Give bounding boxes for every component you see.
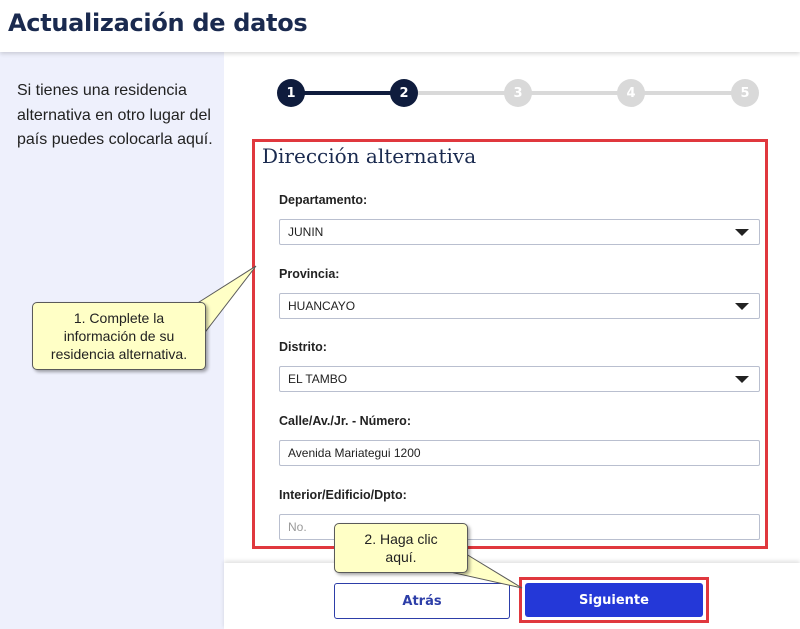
next-button-highlight: Siguiente [519, 577, 709, 623]
provincia-label: Provincia: [279, 267, 340, 281]
page-header: Actualización de datos [0, 0, 800, 52]
departamento-value: JUNIN [288, 225, 324, 239]
interior-label: Interior/Edificio/Dpto: [279, 488, 407, 502]
chevron-down-icon [735, 376, 749, 383]
alternative-address-form: Dirección alternativa Departamento: JUNI… [252, 139, 768, 549]
callout-click-here: 2. Haga clic aquí. [334, 523, 468, 573]
step-1: 1 [277, 79, 305, 107]
step-3: 3 [504, 79, 532, 107]
sidebar-description: Si tienes una residencia alternativa en … [17, 82, 213, 148]
chevron-down-icon [735, 303, 749, 310]
step-2: 2 [390, 79, 418, 107]
distrito-select[interactable]: EL TAMBO [279, 366, 760, 392]
calle-label: Calle/Av./Jr. - Número: [279, 414, 411, 428]
distrito-value: EL TAMBO [288, 372, 348, 386]
step-connector-completed [304, 91, 404, 95]
step-connector-pending [404, 91, 744, 95]
stepper: 1 2 3 4 5 [224, 52, 800, 132]
step-4: 4 [617, 79, 645, 107]
provincia-value: HUANCAYO [288, 299, 356, 313]
departamento-label: Departamento: [279, 193, 368, 207]
footer-actions: Atrás Siguiente [224, 563, 800, 629]
step-5: 5 [731, 79, 759, 107]
chevron-down-icon [735, 229, 749, 236]
provincia-select[interactable]: HUANCAYO [279, 293, 760, 319]
departamento-select[interactable]: JUNIN [279, 219, 760, 245]
callout-complete-info: 1. Complete la información de su residen… [32, 302, 206, 370]
next-button[interactable]: Siguiente [525, 583, 703, 617]
distrito-label: Distrito: [279, 340, 327, 354]
back-button[interactable]: Atrás [334, 583, 510, 619]
main-content: 1 2 3 4 5 Dirección alternativa Departam… [224, 52, 800, 629]
page-title: Actualización de datos [8, 9, 308, 37]
calle-input[interactable] [279, 440, 760, 466]
form-title: Dirección alternativa [262, 144, 477, 168]
